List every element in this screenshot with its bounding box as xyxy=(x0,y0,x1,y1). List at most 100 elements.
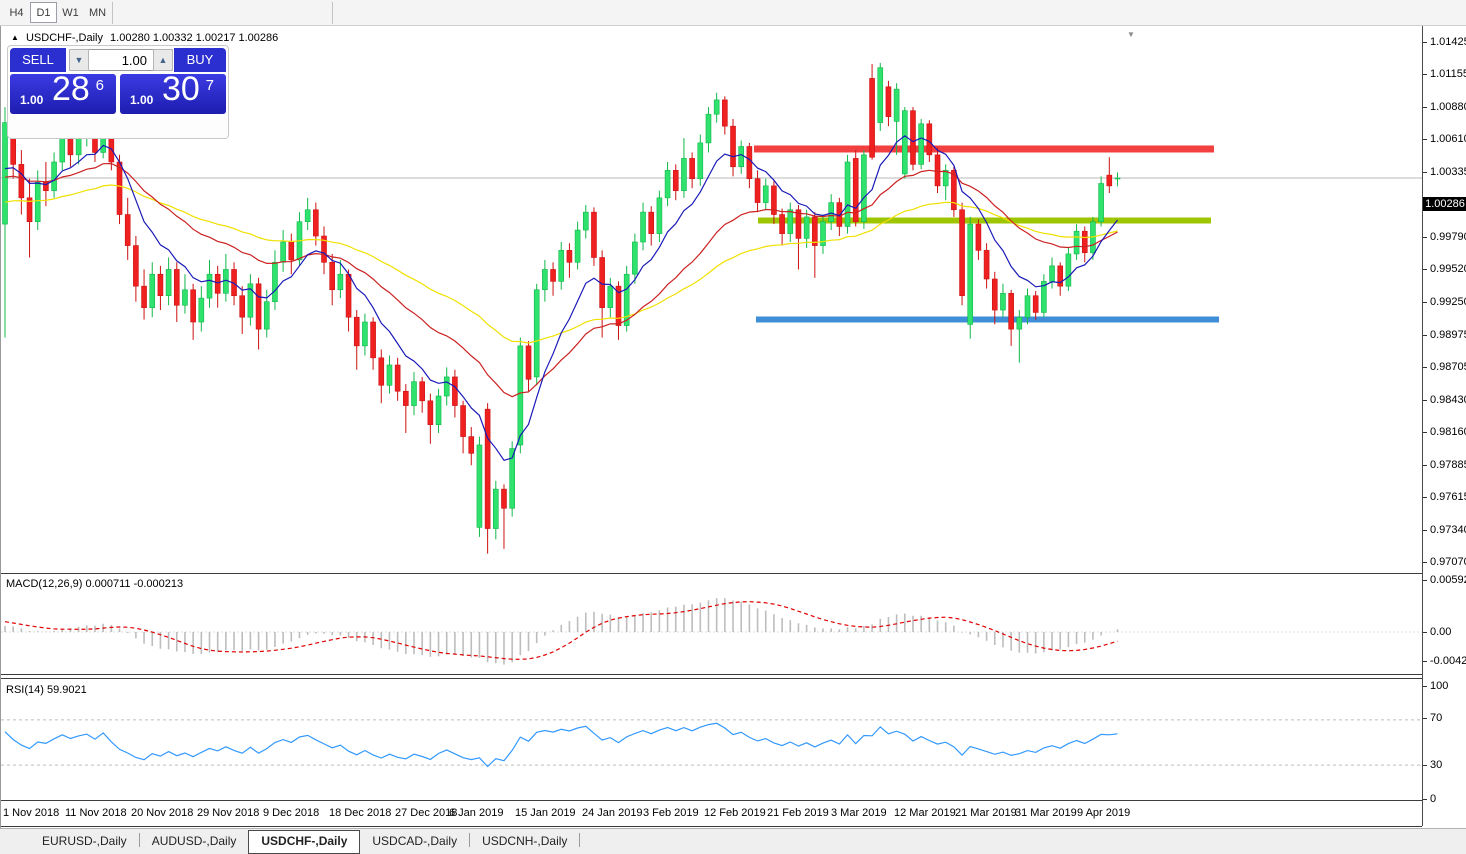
candle-body xyxy=(452,377,457,406)
candle-body xyxy=(485,409,490,528)
sell-price-prefix: 1.00 xyxy=(20,93,43,107)
macd-indicator-label: MACD(12,26,9) 0.000711 -0.000213 xyxy=(6,578,183,590)
candle-body xyxy=(133,246,138,287)
candle-body xyxy=(1066,254,1071,286)
buy-button[interactable]: BUY xyxy=(174,48,226,72)
candle-body xyxy=(976,224,981,250)
tab-usdcnh[interactable]: USDCNH-,Daily xyxy=(470,831,579,853)
candle-body xyxy=(722,100,727,126)
candle-body xyxy=(575,230,580,262)
candle-body xyxy=(395,365,400,391)
candle-body xyxy=(150,274,155,307)
chart-title: ▲ USDCHF-,Daily 1.00280 1.00332 1.00217 … xyxy=(11,32,282,44)
buy-price-quote[interactable]: 1.00 30 7 xyxy=(120,74,226,114)
candle-body xyxy=(657,198,662,234)
candle-body xyxy=(927,124,932,155)
candle-body xyxy=(199,298,204,322)
pane-separator[interactable] xyxy=(1,674,1422,675)
chart-shift-marker-icon[interactable]: ▼ xyxy=(1127,30,1135,39)
timeframe-button-d1[interactable]: D1 xyxy=(30,2,57,23)
price-axis-label: 0.97340 xyxy=(1430,524,1466,536)
tab-audusd[interactable]: AUDUSD-,Daily xyxy=(140,831,249,853)
candle-body xyxy=(346,274,351,317)
sell-price-point: 6 xyxy=(96,77,104,94)
candle-body xyxy=(125,215,130,246)
candle-body xyxy=(559,250,564,281)
lot-increase-button[interactable]: ▲ xyxy=(153,49,173,71)
candle-body xyxy=(158,274,163,295)
pane-separator[interactable] xyxy=(1,678,1422,679)
candle-body xyxy=(624,274,629,325)
tab-separator xyxy=(579,833,580,847)
price-axis-label: 0.97885 xyxy=(1430,459,1466,471)
lot-size-input[interactable] xyxy=(89,49,153,71)
collapse-icon[interactable]: ▲ xyxy=(11,33,19,42)
candle-body xyxy=(739,146,744,166)
axis-tick xyxy=(1423,237,1427,238)
toolbar-divider xyxy=(332,2,333,24)
candle-body xyxy=(714,100,719,114)
sell-price-quote[interactable]: 1.00 28 6 xyxy=(10,74,116,114)
price-axis-label: 0.99250 xyxy=(1430,296,1466,308)
candle-body xyxy=(3,123,8,224)
candle-body xyxy=(142,286,147,307)
candle-body xyxy=(379,358,384,385)
axis-tick xyxy=(1423,335,1427,336)
candle-body xyxy=(894,89,899,121)
timeframe-button-mn[interactable]: MN xyxy=(84,2,111,23)
timeframe-button-h4[interactable]: H4 xyxy=(3,2,30,23)
candle-body xyxy=(1082,231,1087,252)
candle-body xyxy=(870,78,875,157)
candle-body xyxy=(289,242,294,260)
rsi-indicator-canvas[interactable] xyxy=(1,680,1422,800)
candle-body xyxy=(35,182,40,221)
candle-body xyxy=(191,290,196,322)
candle-body xyxy=(76,138,81,155)
buy-price-pips: 30 xyxy=(162,70,200,109)
date-axis-label: 3 Feb 2019 xyxy=(643,807,699,819)
price-axis-label: 0.98160 xyxy=(1430,426,1466,438)
macd-axis-label: 0.005926 xyxy=(1430,574,1466,586)
tab-eurusd[interactable]: EURUSD-,Daily xyxy=(30,831,139,853)
candle-body xyxy=(444,377,449,396)
timeframe-button-w1[interactable]: W1 xyxy=(57,2,84,23)
candle-body xyxy=(665,170,670,197)
axis-tick xyxy=(1423,799,1427,800)
date-axis-label: 6 Jan 2019 xyxy=(449,807,503,819)
pane-separator[interactable] xyxy=(1,573,1422,574)
candle-body xyxy=(780,215,785,234)
date-axis-label: 21 Mar 2019 xyxy=(955,807,1017,819)
candle-body xyxy=(461,406,466,437)
sell-button[interactable]: SELL xyxy=(10,48,66,72)
axis-tick xyxy=(1423,497,1427,498)
chart-ohlc-values: 1.00280 1.00332 1.00217 1.00286 xyxy=(110,32,278,44)
candle-body xyxy=(1050,266,1055,282)
price-axis-label: 1.01425 xyxy=(1430,36,1466,48)
tab-usdcad[interactable]: USDCAD-,Daily xyxy=(360,831,469,853)
candle-body xyxy=(1115,178,1120,179)
candle-body xyxy=(182,290,187,306)
time-axis[interactable]: 1 Nov 201811 Nov 201820 Nov 201829 Nov 2… xyxy=(1,802,1422,826)
date-axis-label: 31 Mar 2019 xyxy=(1015,807,1077,819)
candle-body xyxy=(943,170,948,186)
level-line-resistance xyxy=(754,145,1214,152)
axis-tick xyxy=(1423,42,1427,43)
date-axis-label: 21 Feb 2019 xyxy=(767,807,829,819)
date-axis-label: 12 Feb 2019 xyxy=(704,807,766,819)
macd-axis-label: 0.00 xyxy=(1430,626,1451,638)
chart-window: ▲ USDCHF-,Daily 1.00280 1.00332 1.00217 … xyxy=(0,26,1466,828)
candle-body xyxy=(420,382,425,401)
axis-tick xyxy=(1423,562,1427,563)
lot-decrease-button[interactable]: ▼ xyxy=(69,49,89,71)
macd-histogram xyxy=(5,598,1117,664)
date-axis-label: 18 Dec 2018 xyxy=(329,807,391,819)
candle-body xyxy=(935,155,940,186)
macd-indicator-canvas[interactable] xyxy=(1,574,1422,674)
buy-price-point: 7 xyxy=(206,77,214,94)
price-axis-label: 0.99520 xyxy=(1430,263,1466,275)
axis-tick xyxy=(1423,367,1427,368)
candle-body xyxy=(493,489,498,528)
price-axis[interactable]: 1.014251.011551.008801.006101.003351.000… xyxy=(1422,26,1466,826)
tab-usdchf[interactable]: USDCHF-,Daily xyxy=(248,830,360,854)
axis-tick xyxy=(1423,139,1427,140)
